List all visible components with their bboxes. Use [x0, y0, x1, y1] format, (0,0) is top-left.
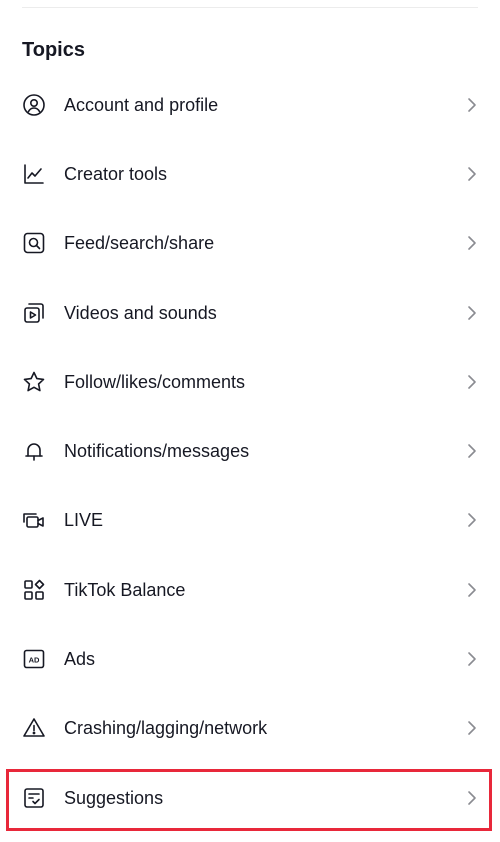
star-icon — [22, 370, 46, 394]
warning-icon — [22, 716, 46, 740]
chevron-right-icon — [466, 304, 478, 322]
topic-row-creator-tools[interactable]: Creator tools — [0, 139, 500, 208]
balance-icon — [22, 578, 46, 602]
topic-row-crashing-lagging-network[interactable]: Crashing/lagging/network — [0, 694, 500, 763]
topic-row-suggestions[interactable]: Suggestions — [0, 763, 500, 832]
chart-icon — [22, 162, 46, 186]
topic-label: Account and profile — [64, 94, 219, 115]
video-icon — [22, 301, 46, 325]
section-title: Topics — [22, 39, 85, 61]
ad-icon: AD — [22, 647, 46, 671]
topic-label: Follow/likes/comments — [64, 371, 246, 392]
chevron-right-icon — [466, 511, 478, 529]
topics-list: Account and profile Creator tools Feed/s… — [0, 70, 500, 832]
topic-label: Creator tools — [64, 163, 168, 184]
suggestion-icon — [22, 786, 46, 810]
chevron-right-icon — [466, 373, 478, 391]
chevron-right-icon — [466, 789, 478, 807]
chevron-right-icon — [466, 719, 478, 737]
topic-row-tiktok-balance[interactable]: TikTok Balance — [0, 555, 500, 624]
account-icon — [22, 93, 46, 117]
topic-label: Feed/search/share — [64, 233, 215, 254]
top-divider — [22, 7, 478, 8]
svg-text:AD: AD — [29, 656, 40, 665]
chevron-right-icon — [466, 234, 478, 252]
chevron-right-icon — [466, 165, 478, 183]
topic-label: LIVE — [64, 510, 104, 531]
topic-row-ads[interactable]: AD Ads — [0, 624, 500, 693]
topic-row-videos-and-sounds[interactable]: Videos and sounds — [0, 278, 500, 347]
topic-label: Videos and sounds — [64, 302, 217, 323]
topic-label: Ads — [64, 649, 96, 670]
topic-row-live[interactable]: LIVE — [0, 486, 500, 555]
search-icon — [22, 231, 46, 255]
topic-row-follow-likes-comments[interactable]: Follow/likes/comments — [0, 347, 500, 416]
topic-label: TikTok Balance — [64, 579, 186, 600]
topic-label: Crashing/lagging/network — [64, 718, 268, 739]
topic-row-feed-search-share[interactable]: Feed/search/share — [0, 209, 500, 278]
chevron-right-icon — [466, 581, 478, 599]
topic-label: Suggestions — [64, 787, 164, 808]
topic-label: Notifications/messages — [64, 441, 250, 462]
bell-icon — [22, 439, 46, 463]
chevron-right-icon — [466, 442, 478, 460]
chevron-right-icon — [466, 650, 478, 668]
topic-row-notifications-messages[interactable]: Notifications/messages — [0, 416, 500, 485]
topic-row-account-and-profile[interactable]: Account and profile — [0, 70, 500, 139]
chevron-right-icon — [466, 96, 478, 114]
live-camera-icon — [22, 508, 46, 532]
